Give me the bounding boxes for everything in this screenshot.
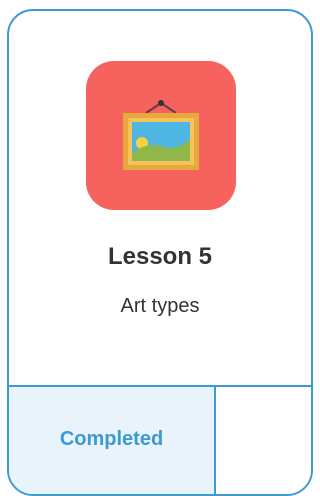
status-label: Completed (59, 428, 164, 450)
status-badge: Completed (9, 387, 216, 494)
lesson-subtitle: Art types (120, 295, 200, 317)
footer-action-area[interactable] (216, 387, 311, 494)
framed-picture-icon (86, 61, 236, 210)
lesson-title: Lesson 5 (107, 243, 213, 270)
lesson-card-footer: Completed (9, 385, 311, 494)
lesson-card[interactable]: Lesson 5 Art types Completed (7, 9, 313, 496)
